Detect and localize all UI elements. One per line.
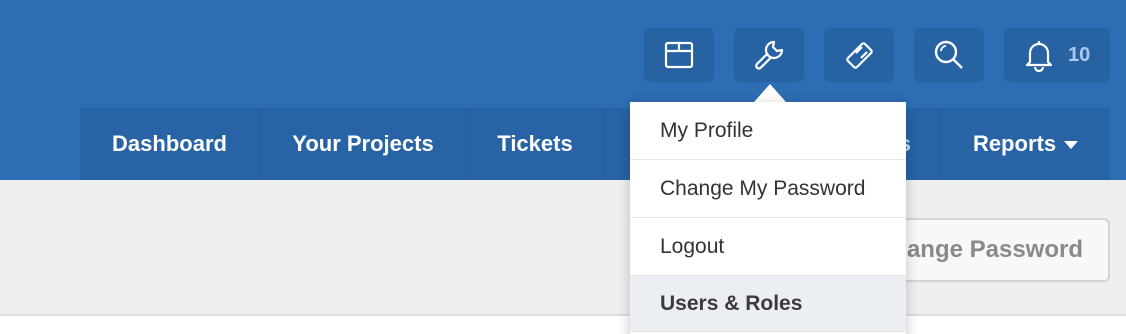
notifications-button[interactable]: 10 xyxy=(1004,28,1110,82)
nav-item-label: Reports xyxy=(972,131,1057,156)
change-password-button-label: ange Password xyxy=(906,236,1083,263)
menu-item-my-profile[interactable]: My Profile xyxy=(630,102,906,160)
notification-count-badge: 10 xyxy=(1068,43,1091,66)
bell-icon xyxy=(1022,38,1056,72)
menu-item-logout[interactable]: Logout xyxy=(630,218,906,276)
app: 10 Dashboard Your Projects Tickets s Rep… xyxy=(0,0,1126,334)
main-nav: Dashboard Your Projects Tickets s Report… xyxy=(80,108,1110,180)
nav-item-tickets[interactable]: Tickets xyxy=(467,108,605,180)
search-button[interactable] xyxy=(914,28,984,82)
nav-item-reports[interactable]: Reports xyxy=(941,108,1110,180)
menu-item-users-and-roles[interactable]: Users & Roles xyxy=(630,276,906,332)
nav-item-label: Dashboard xyxy=(112,131,227,156)
nav-item-dashboard[interactable]: Dashboard xyxy=(80,108,261,180)
caret-down-icon xyxy=(1064,141,1079,149)
nav-item-your-projects[interactable]: Your Projects xyxy=(261,108,467,180)
box-icon xyxy=(663,39,695,71)
nav-item-label: Tickets xyxy=(497,131,573,156)
settings-dropdown-menu: My Profile Change My Password Logout Use… xyxy=(630,102,906,334)
menu-item-change-my-password[interactable]: Change My Password xyxy=(630,160,906,218)
wrench-icon xyxy=(752,38,786,72)
wrench-button[interactable] xyxy=(734,28,804,82)
ticket-button[interactable] xyxy=(824,28,894,82)
nav-item-label: Your Projects xyxy=(292,131,434,156)
search-icon xyxy=(932,38,966,72)
box-button[interactable] xyxy=(644,28,714,82)
ticket-icon xyxy=(842,38,876,72)
dropdown-pointer xyxy=(754,84,786,102)
